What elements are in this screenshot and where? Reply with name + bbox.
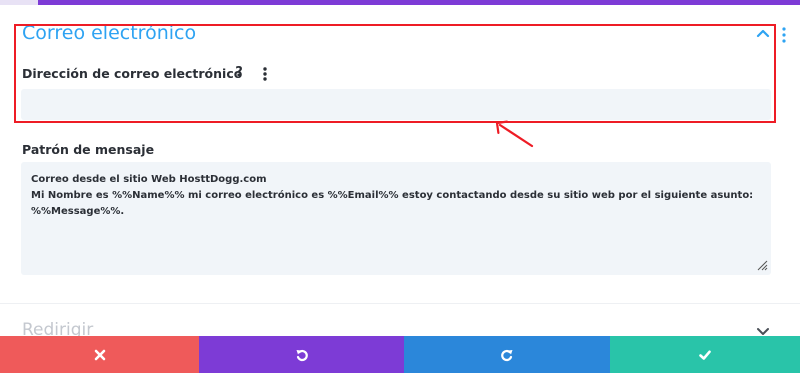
pattern-line: %%Message%%.	[31, 206, 125, 217]
save-button[interactable]	[610, 336, 800, 373]
top-accent-bar-left	[0, 0, 38, 5]
pattern-field-label: Patrón de mensaje	[22, 142, 155, 157]
section-divider	[0, 303, 800, 304]
redo-button[interactable]	[404, 336, 610, 373]
top-accent-bar	[0, 0, 800, 5]
resize-grip-icon[interactable]	[756, 259, 768, 271]
pattern-line: Mi Nombre es %%Name%% mi correo electrón…	[31, 190, 754, 201]
pattern-line: Correo desde el sitio Web HosttDogg.com	[31, 174, 267, 185]
message-pattern-textarea[interactable]: Correo desde el sitio Web HosttDogg.com …	[21, 162, 771, 275]
redo-icon	[501, 349, 513, 361]
section-title[interactable]: Correo electrónico	[22, 22, 196, 44]
action-bar	[0, 336, 800, 373]
email-field-label: Dirección de correo electrónico	[22, 66, 243, 81]
undo-icon	[296, 349, 308, 361]
arrow-annotation	[495, 120, 534, 148]
section-more-icon[interactable]	[780, 25, 788, 45]
field-options-icon[interactable]	[260, 65, 270, 83]
cancel-button[interactable]	[0, 336, 199, 373]
chevron-up-icon[interactable]	[754, 24, 772, 42]
close-icon	[94, 349, 105, 360]
undo-button[interactable]	[199, 336, 404, 373]
email-input[interactable]	[21, 89, 771, 120]
help-icon[interactable]: ?	[229, 63, 249, 83]
check-icon	[699, 349, 711, 360]
